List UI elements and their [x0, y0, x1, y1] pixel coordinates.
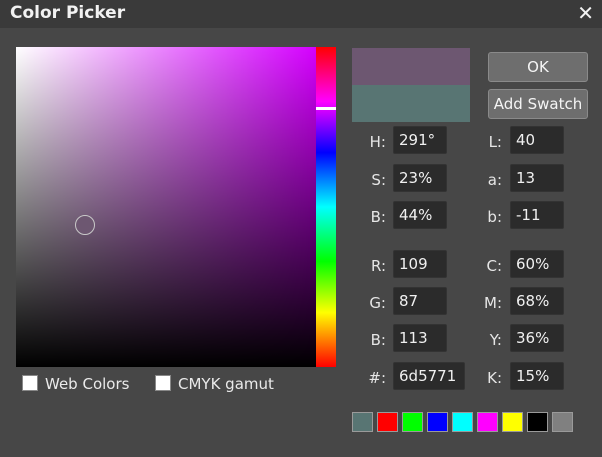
black-key-label: K: — [487, 369, 502, 387]
brightness-field[interactable]: 44% — [393, 201, 447, 229]
color-preview — [352, 48, 470, 122]
saturation-label: S: — [371, 171, 386, 189]
cmyk-gamut-checkbox[interactable] — [155, 375, 171, 391]
web-colors-option[interactable]: Web Colors — [22, 375, 129, 393]
hex-label: #: — [368, 369, 386, 387]
red-field[interactable]: 109 — [393, 250, 447, 278]
web-colors-checkbox[interactable] — [22, 375, 38, 391]
close-icon[interactable]: ✕ — [577, 2, 594, 24]
hue-field[interactable]: 291° — [393, 126, 447, 154]
web-colors-label: Web Colors — [45, 375, 130, 393]
sv-black-layer — [16, 47, 316, 367]
color-swatch[interactable] — [427, 412, 448, 432]
color-swatch[interactable] — [452, 412, 473, 432]
lab-l-label: L: — [488, 133, 502, 151]
lab-b-field[interactable]: -11 — [510, 201, 564, 229]
color-swatch[interactable] — [502, 412, 523, 432]
color-swatch[interactable] — [377, 412, 398, 432]
red-label: R: — [370, 257, 386, 275]
cmyk-gamut-option[interactable]: CMYK gamut — [155, 375, 274, 393]
previous-color-swatch[interactable] — [352, 85, 470, 122]
blue-field[interactable]: 113 — [393, 324, 447, 352]
green-label: G: — [369, 294, 386, 312]
cyan-label: C: — [486, 257, 502, 275]
color-swatch[interactable] — [527, 412, 548, 432]
magenta-field[interactable]: 68% — [510, 287, 564, 315]
color-swatch[interactable] — [402, 412, 423, 432]
saturation-field[interactable]: 23% — [393, 164, 447, 192]
brightness-label: B: — [370, 208, 386, 226]
lab-a-label: a: — [487, 171, 502, 189]
add-swatch-button[interactable]: Add Swatch — [488, 89, 588, 119]
lab-l-field[interactable]: 40 — [510, 126, 564, 154]
yellow-field[interactable]: 36% — [510, 324, 564, 352]
ok-button[interactable]: OK — [488, 52, 588, 82]
yellow-label: Y: — [489, 331, 502, 349]
color-swatch[interactable] — [552, 412, 573, 432]
green-field[interactable]: 87 — [393, 287, 447, 315]
swatch-row — [352, 412, 577, 436]
hue-marker[interactable] — [316, 106, 336, 110]
color-swatch[interactable] — [352, 412, 373, 432]
title-bar: Color Picker ✕ — [0, 0, 602, 28]
blue-label: B: — [370, 331, 386, 349]
hue-label: H: — [369, 133, 386, 151]
lab-b-label: b: — [487, 208, 502, 226]
lab-a-field[interactable]: 13 — [510, 164, 564, 192]
black-key-field[interactable]: 15% — [510, 362, 564, 390]
color-swatch[interactable] — [477, 412, 498, 432]
window-title: Color Picker — [10, 3, 126, 23]
hex-field[interactable]: 6d5771 — [393, 362, 465, 390]
new-color-swatch — [352, 48, 470, 85]
hue-slider[interactable] — [316, 47, 336, 367]
cmyk-gamut-label: CMYK gamut — [178, 375, 274, 393]
saturation-brightness-field[interactable] — [16, 47, 316, 367]
magenta-label: M: — [484, 294, 502, 312]
sv-cursor[interactable] — [75, 215, 95, 235]
cyan-field[interactable]: 60% — [510, 250, 564, 278]
